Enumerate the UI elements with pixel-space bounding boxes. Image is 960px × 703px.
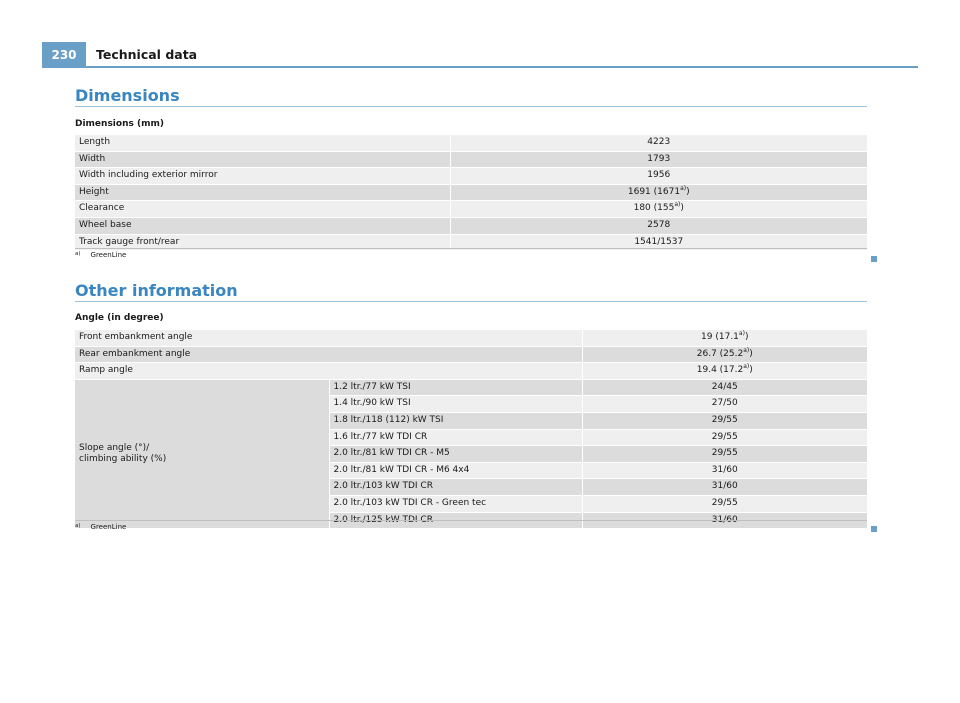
- dimensions-heading: Dimensions: [75, 86, 180, 105]
- value-cell: 19 (17.1a)): [581, 330, 868, 347]
- label-cell: Wheel base: [75, 217, 450, 235]
- value-cell: 29/55: [581, 445, 868, 463]
- label-cell: Width: [75, 151, 450, 169]
- slope-label-line: climbing ability (%): [79, 453, 167, 464]
- value-cell: 26.7 (25.2a)): [581, 346, 868, 364]
- value-cell: 1793: [449, 151, 867, 169]
- table-row: Slope angle (°)/climbing ability (%) 1.2 …: [75, 379, 868, 530]
- angle-table-title: Angle (in degree): [75, 313, 164, 323]
- footnote-marker: a): [75, 523, 81, 529]
- value-cell: 27/50: [581, 395, 868, 413]
- slope-label-line: Slope angle (°)/: [79, 442, 150, 453]
- value-cell: 31/60: [581, 462, 868, 480]
- angle-footnote-rule: [75, 520, 867, 521]
- chapter-title: Technical data: [96, 47, 198, 62]
- other-info-rule: [75, 301, 867, 302]
- engine-cell: 1.2 ltr./77 kW TSI: [328, 379, 583, 397]
- label-cell: Front embankment angle: [75, 330, 583, 347]
- dimensions-footnote-rule: [75, 248, 867, 249]
- value-text: 1793: [647, 153, 671, 164]
- table-row: Width including exterior mirror 1956: [75, 167, 867, 185]
- footnote-text: GreenLine: [90, 251, 127, 259]
- engine-cell: 2.0 ltr./103 kW TDI CR - Green tec: [328, 495, 583, 513]
- value-cell: 29/55: [581, 412, 868, 430]
- value-cell: 1691 (1671a)): [449, 184, 867, 202]
- page-number: 230: [42, 42, 86, 68]
- value-tail: ): [749, 348, 753, 359]
- value-text: 1541/1537: [634, 236, 684, 247]
- section-end-mark: [871, 256, 877, 262]
- value-cell: 29/55: [581, 495, 868, 513]
- value-text: 26.7 (25.2: [696, 348, 744, 359]
- table-row: Width 1793: [75, 151, 867, 169]
- label-cell: Height: [75, 184, 450, 202]
- header-rule: [42, 66, 918, 68]
- label-cell: Length: [75, 135, 450, 152]
- slope-angle-label: Slope angle (°)/climbing ability (%): [75, 379, 329, 530]
- angle-table: Front embankment angle 19 (17.1a)) Rear em…: [75, 330, 868, 530]
- engine-cell: 1.8 ltr./118 (112) kW TSI: [328, 412, 583, 430]
- value-cell: 29/55: [581, 429, 868, 447]
- engine-cell: 2.0 ltr./81 kW TDI CR - M6 4x4: [328, 462, 583, 480]
- value-cell: 31/60: [581, 478, 868, 496]
- value-text: 1691 (1671: [627, 186, 681, 197]
- table-row: Height 1691 (1671a)): [75, 184, 867, 202]
- table-row: Length 4223: [75, 135, 867, 152]
- dimensions-table-title: Dimensions (mm): [75, 119, 164, 129]
- value-cell: 19.4 (17.2a)): [581, 362, 868, 380]
- value-tail: ): [749, 365, 753, 376]
- footnote-marker: a): [75, 251, 81, 257]
- value-cell: 1956: [449, 167, 867, 185]
- value-text: 180 (155: [633, 203, 675, 214]
- value-text: 4223: [647, 137, 671, 147]
- footnote-text: GreenLine: [90, 523, 127, 531]
- dimensions-footnote: a) GreenLine: [75, 251, 126, 259]
- engine-cell: 1.4 ltr./90 kW TSI: [328, 395, 583, 413]
- value-text: 19 (17.1: [701, 332, 739, 342]
- value-tail: ): [686, 186, 690, 197]
- engine-cell: 2.0 ltr./103 kW TDI CR: [328, 478, 583, 496]
- value-cell: 2578: [449, 217, 867, 235]
- value-tail: ): [680, 203, 684, 214]
- value-text: 19.4 (17.2: [696, 365, 744, 376]
- value-text: 2578: [647, 219, 671, 230]
- value-text: 1956: [647, 170, 671, 181]
- engine-cell: 1.6 ltr./77 kW TDI CR: [328, 429, 583, 447]
- value-tail: ): [744, 332, 749, 342]
- label-cell: Rear embankment angle: [75, 346, 583, 364]
- engine-cell: 2.0 ltr./81 kW TDI CR - M5: [328, 445, 583, 463]
- section-end-mark: [871, 526, 877, 532]
- table-row: Rear embankment angle 26.7 (25.2a)): [75, 346, 868, 364]
- table-row: Front embankment angle 19 (17.1a)): [75, 330, 868, 347]
- label-cell: Width including exterior mirror: [75, 167, 450, 185]
- value-cell: 4223: [449, 135, 867, 152]
- table-row: Ramp angle 19.4 (17.2a)): [75, 362, 868, 380]
- other-info-heading: Other information: [75, 281, 238, 300]
- table-row: Wheel base 2578: [75, 217, 867, 235]
- angle-footnote: a) GreenLine: [75, 523, 126, 531]
- label-cell: Ramp angle: [75, 362, 583, 380]
- label-cell: Clearance: [75, 200, 450, 218]
- dimensions-table: Length 4223 Width 1793 Width including exter…: [75, 135, 867, 252]
- table-row: Clearance 180 (155a)): [75, 200, 867, 218]
- value-cell: 24/45: [581, 379, 868, 397]
- value-cell: 180 (155a)): [449, 200, 867, 218]
- dimensions-rule: [75, 106, 867, 107]
